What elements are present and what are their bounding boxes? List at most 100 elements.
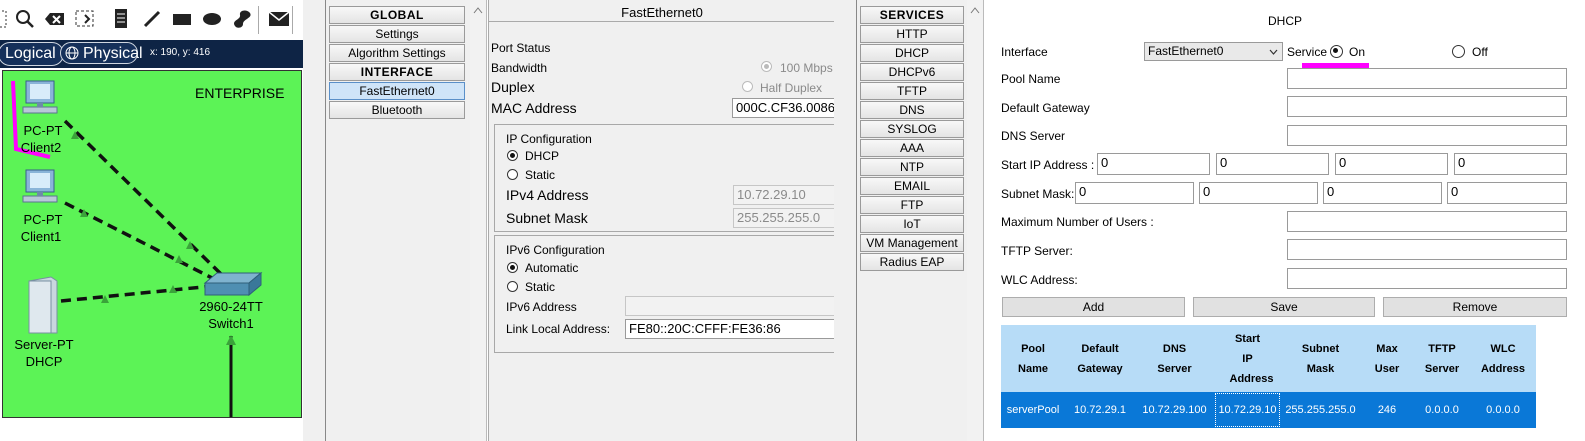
scroll-up-icon[interactable] <box>473 6 483 14</box>
search-icon[interactable] <box>12 6 38 32</box>
interface-select[interactable]: FastEthernet0 <box>1144 42 1283 61</box>
service-item-vm-management[interactable]: VM Management <box>860 234 964 252</box>
service-on-radio[interactable] <box>1330 45 1343 58</box>
start-ip-octet-1[interactable]: 0 <box>1097 153 1210 175</box>
pool-name-input[interactable] <box>1287 68 1567 89</box>
automatic-radio-label: Automatic <box>525 261 579 275</box>
tftp-server-input[interactable] <box>1287 239 1567 260</box>
toolbar-divider <box>258 6 259 34</box>
server-icon[interactable] <box>25 275 61 335</box>
rectangle-icon[interactable] <box>169 6 195 32</box>
column-header[interactable]: Default Gateway <box>1065 325 1135 392</box>
column-header[interactable]: WLC Address <box>1470 325 1536 392</box>
service-item-tftp[interactable]: TFTP <box>860 82 964 100</box>
chevron-down-icon <box>1269 49 1278 55</box>
switch-icon[interactable] <box>203 269 263 297</box>
subnet-octet-3[interactable]: 0 <box>1323 182 1442 204</box>
table-cell[interactable]: 246 <box>1360 392 1414 428</box>
start-ip-octet-2[interactable]: 0 <box>1216 153 1329 175</box>
table-cell[interactable]: 0.0.0.0 <box>1470 392 1536 428</box>
device-type-label: Server-PT <box>14 337 74 352</box>
ipv6-static-radio[interactable] <box>507 281 518 292</box>
device-type-label: PC-PT <box>23 123 63 138</box>
column-header[interactable]: DNS Server <box>1135 325 1214 392</box>
service-off-radio[interactable] <box>1452 45 1465 58</box>
service-item-aaa[interactable]: AAA <box>860 139 964 157</box>
column-header[interactable]: Start IP Address <box>1214 325 1281 392</box>
pdu-message-icon[interactable] <box>266 6 292 32</box>
ipv6-address-field[interactable] <box>625 296 836 316</box>
sidebar-scrollbar[interactable] <box>470 0 487 441</box>
service-item-ftp[interactable]: FTP <box>860 196 964 214</box>
subnet-octet-1[interactable]: 0 <box>1075 182 1194 204</box>
panel-title: FastEthernet0 <box>621 5 703 20</box>
remove-button[interactable]: Remove <box>1383 297 1567 317</box>
table-cell[interactable]: 10.72.29.1 <box>1065 392 1135 428</box>
static-radio[interactable] <box>507 169 518 180</box>
default-gateway-label: Default Gateway <box>1001 101 1090 115</box>
column-header[interactable]: Max User <box>1360 325 1414 392</box>
service-item-dns[interactable]: DNS <box>860 101 964 119</box>
subnet-octet-2[interactable]: 0 <box>1199 182 1318 204</box>
subnet-mask-field[interactable]: 255.255.255.0 <box>733 208 836 228</box>
sidebar-item-algorithm-settings[interactable]: Algorithm Settings <box>329 44 465 62</box>
draw-line-icon[interactable] <box>139 6 165 32</box>
services-scrollbar[interactable] <box>967 0 984 441</box>
device-name-label: DHCP <box>25 354 63 369</box>
tab-physical[interactable]: Physical <box>60 42 143 64</box>
start-ip-octet-4[interactable]: 0 <box>1454 153 1567 175</box>
ellipse-icon[interactable] <box>199 6 225 32</box>
table-cell[interactable]: 0.0.0.0 <box>1414 392 1470 428</box>
max-users-input[interactable] <box>1287 211 1567 232</box>
subnet-mask-label: Subnet Mask <box>506 210 588 226</box>
delete-icon[interactable] <box>42 6 68 32</box>
pc-icon[interactable] <box>21 79 61 117</box>
column-header[interactable]: TFTP Server <box>1414 325 1470 392</box>
add-button[interactable]: Add <box>1002 297 1185 317</box>
service-item-syslog[interactable]: SYSLOG <box>860 120 964 138</box>
column-header[interactable]: Pool Name <box>1001 325 1065 392</box>
mac-address-field[interactable]: 000C.CF36.0086 <box>732 98 835 118</box>
window-gap <box>834 0 856 441</box>
ipv4-address-field[interactable]: 10.72.29.10 <box>733 185 836 205</box>
link-local-address-field[interactable]: FE80::20C:CFFF:FE36:86 <box>625 319 836 339</box>
scroll-up-icon[interactable] <box>970 6 980 14</box>
service-item-dhcpv6[interactable]: DHCPv6 <box>860 63 964 81</box>
table-cell[interactable]: 10.72.29.100 <box>1135 392 1214 428</box>
default-gateway-input[interactable] <box>1287 96 1567 117</box>
column-header-label: WLC Address <box>1480 342 1526 375</box>
port-status-label: Port Status <box>491 41 551 55</box>
select-tool-icon[interactable] <box>0 6 12 32</box>
device-name-label: Switch1 <box>208 316 254 331</box>
subnet-octet-4[interactable]: 0 <box>1447 182 1567 204</box>
tftp-server-label: TFTP Server: <box>1001 244 1073 258</box>
logical-workspace[interactable]: ENTERPRISE PC-PT Client2 PC-PT Client1 S… <box>0 68 303 441</box>
save-button[interactable]: Save <box>1193 297 1375 317</box>
service-item-email[interactable]: EMAIL <box>860 177 964 195</box>
wlc-address-input[interactable] <box>1287 268 1567 289</box>
service-item-ntp[interactable]: NTP <box>860 158 964 176</box>
resize-icon[interactable] <box>72 6 98 32</box>
sidebar-item-bluetooth[interactable]: Bluetooth <box>329 101 465 119</box>
table-cell[interactable]: serverPool <box>1001 392 1065 428</box>
dns-server-input[interactable] <box>1287 125 1567 146</box>
sidebar-item-fastethernet0[interactable]: FastEthernet0 <box>329 82 465 100</box>
column-header-label: Max User <box>1374 342 1400 375</box>
start-ip-octet-3[interactable]: 0 <box>1335 153 1448 175</box>
service-item-iot[interactable]: IoT <box>860 215 964 233</box>
pc-icon[interactable] <box>21 168 61 206</box>
service-item-radius-eap[interactable]: Radius EAP <box>860 253 964 271</box>
freeform-icon[interactable] <box>229 6 255 32</box>
automatic-radio[interactable] <box>507 262 518 273</box>
table-cell[interactable]: 255.255.255.0 <box>1281 392 1360 428</box>
dhcp-radio[interactable] <box>507 150 518 161</box>
table-cell[interactable]: 10.72.29.10 <box>1214 392 1281 428</box>
note-icon[interactable] <box>108 6 134 32</box>
service-item-http[interactable]: HTTP <box>860 25 964 43</box>
dhcp-radio-label: DHCP <box>525 149 560 163</box>
service-on-label: On <box>1349 45 1366 59</box>
column-header[interactable]: Subnet Mask <box>1281 325 1360 392</box>
tab-logical[interactable]: Logical <box>0 42 64 66</box>
service-item-dhcp[interactable]: DHCP <box>860 44 964 62</box>
sidebar-item-settings[interactable]: Settings <box>329 25 465 43</box>
